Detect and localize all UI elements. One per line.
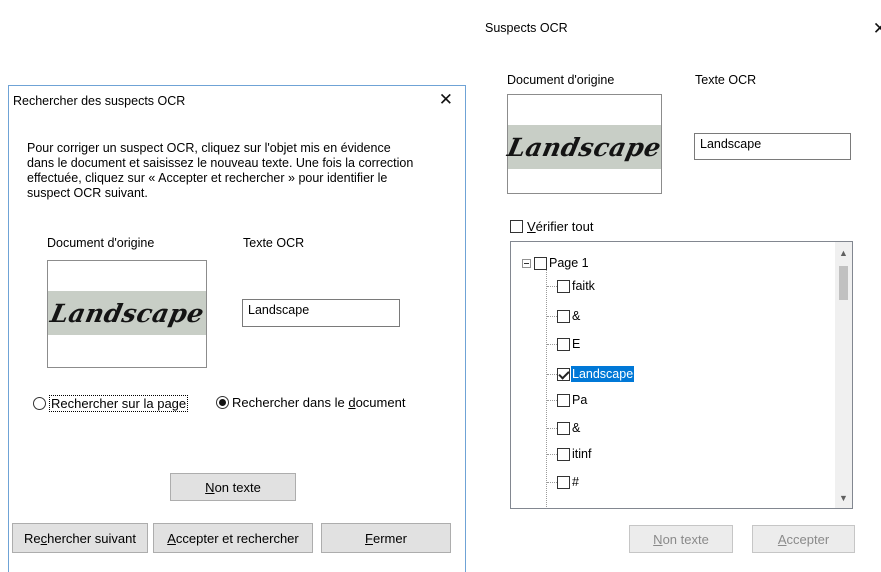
source-image-word: Landscape xyxy=(47,298,207,328)
verify-all-checkbox[interactable]: Vérifier tout xyxy=(510,219,593,234)
tree-item-checkbox[interactable] xyxy=(557,367,570,381)
tree-item-checkbox[interactable] xyxy=(557,393,570,407)
tree-item-checkbox[interactable] xyxy=(557,337,570,351)
tree-item-label: E xyxy=(572,337,581,351)
tree-node-label: Page 1 xyxy=(549,256,589,270)
tree-item[interactable]: itinf xyxy=(557,444,592,464)
ocr-text-input[interactable]: Landscape xyxy=(242,299,400,327)
verify-all-check[interactable] xyxy=(510,220,523,233)
tree-node-checkbox[interactable] xyxy=(534,256,547,270)
ocr-text-label: Texte OCR xyxy=(243,236,305,250)
non-text-button[interactable]: Non texte xyxy=(629,525,733,553)
tree-scrollbar[interactable]: ▲ ▼ xyxy=(835,242,852,508)
source-document-label: Document d'origine xyxy=(507,73,615,87)
close-button[interactable]: Fermer xyxy=(321,523,451,553)
scroll-thumb[interactable] xyxy=(839,266,848,300)
tree-item[interactable]: & xyxy=(557,418,581,438)
tree-item-label: faitk xyxy=(572,279,595,293)
tree-item-checkbox[interactable] xyxy=(557,421,570,435)
scroll-up-icon[interactable]: ▲ xyxy=(835,244,852,261)
title-bar: Rechercher des suspects OCR ✕ xyxy=(9,86,465,116)
tree-item[interactable]: E xyxy=(557,334,581,354)
verify-all-label: Vérifier tout xyxy=(527,219,594,234)
radio-search-document-label: Rechercher dans le document xyxy=(232,395,406,410)
radio-search-page-label: Rechercher sur la page xyxy=(49,395,189,412)
accept-and-find-button[interactable]: Accepter et rechercher xyxy=(153,523,313,553)
ocr-suspects-dialog: Suspects OCR ✕ Document d'origine Texte … xyxy=(479,0,881,572)
accept-button[interactable]: Accepter xyxy=(752,525,855,553)
tree-item-label: itinf xyxy=(572,447,592,461)
close-icon[interactable]: ✕ xyxy=(439,92,453,109)
source-image: Landscape xyxy=(47,260,207,368)
find-ocr-suspects-dialog: Rechercher des suspects OCR ✕ Pour corri… xyxy=(8,85,466,572)
source-document-label: Document d'origine xyxy=(47,236,155,250)
source-image: Landscape xyxy=(504,94,664,194)
tree-item[interactable]: # xyxy=(557,472,580,492)
close-icon[interactable]: ✕ xyxy=(873,21,881,38)
radio-button-document[interactable] xyxy=(216,396,229,409)
tree-item-checkbox[interactable] xyxy=(557,447,570,461)
tree-item-selected[interactable]: Landscape xyxy=(557,364,635,384)
find-next-button[interactable]: Re c hercher suivant xyxy=(12,523,148,553)
ocr-text-label: Texte OCR xyxy=(695,73,757,87)
source-image-word: Landscape xyxy=(504,132,664,162)
tree-item[interactable]: Pa xyxy=(557,390,588,410)
tree-node-page-1[interactable]: Page 1 xyxy=(522,253,590,273)
tree-item-label: Pa xyxy=(572,393,588,407)
suspects-tree[interactable]: Page 1 faitk & E Landscape Pa & itinf # … xyxy=(510,241,853,509)
tree-item[interactable]: faitk xyxy=(557,276,596,296)
tree-item-checkbox[interactable] xyxy=(557,279,570,293)
collapse-icon[interactable] xyxy=(522,258,531,268)
tree-item-label: # xyxy=(572,475,579,489)
tree-item-label: & xyxy=(572,421,581,435)
radio-search-document[interactable]: Rechercher dans le document xyxy=(216,395,405,410)
radio-search-page[interactable]: Rechercher sur la page xyxy=(33,395,189,412)
tree-item-checkbox[interactable] xyxy=(557,475,570,489)
non-text-button[interactable]: Non texte xyxy=(170,473,296,501)
dialog-title: Rechercher des suspects OCR xyxy=(13,94,186,108)
tree-item-checkbox[interactable] xyxy=(557,309,570,323)
radio-button-page[interactable] xyxy=(33,397,46,410)
tree-item[interactable]: & xyxy=(557,306,581,326)
dialog-title: Suspects OCR xyxy=(485,21,568,35)
instructions-text: Pour corriger un suspect OCR, cliquez su… xyxy=(27,141,414,200)
scroll-down-icon[interactable]: ▼ xyxy=(835,489,852,506)
tree-item-label: & xyxy=(572,309,581,323)
tree-item-label: Landscape xyxy=(571,366,635,382)
ocr-text-input[interactable]: Landscape xyxy=(694,133,851,160)
